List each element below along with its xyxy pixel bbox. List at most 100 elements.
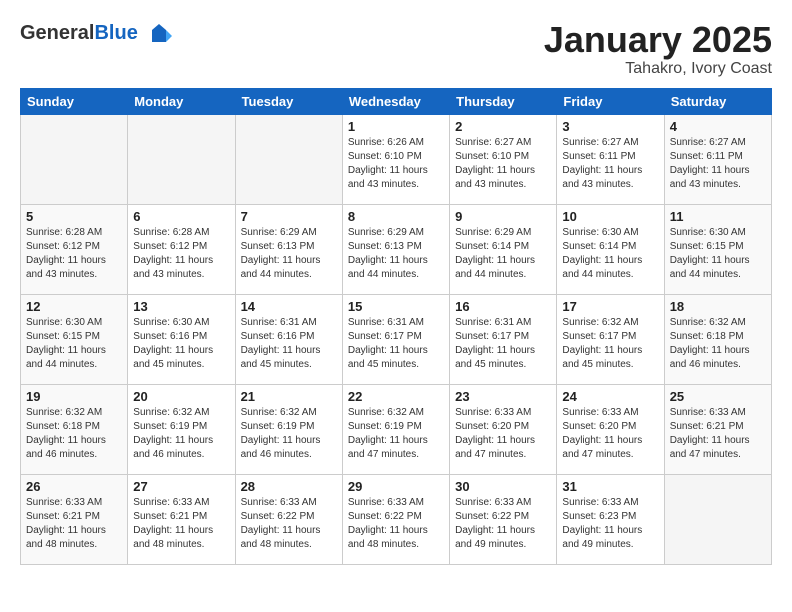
day-number: 10: [562, 209, 658, 224]
calendar-cell: 28Sunrise: 6:33 AM Sunset: 6:22 PM Dayli…: [235, 474, 342, 564]
calendar-cell: 15 Sunrise: 6:31 AM Sunset: 6:17 PM Dayli…: [342, 294, 449, 384]
weekday-header-thursday: Thursday: [450, 88, 557, 114]
calendar-week-row: 5 Sunrise: 6:28 AM Sunset: 6:12 PM Daylig…: [21, 204, 772, 294]
calendar-cell: 5 Sunrise: 6:28 AM Sunset: 6:12 PM Daylig…: [21, 204, 128, 294]
day-info: Sunrise: 6:33 AM Sunset: 6:21 PM Dayligh…: [670, 406, 766, 462]
logo-general: General: [20, 22, 94, 44]
title-block: January 2025 Tahakro, Ivory Coast: [544, 20, 772, 78]
weekday-header-friday: Friday: [557, 88, 664, 114]
logo-blue: Blue: [94, 22, 137, 44]
calendar-cell: [21, 114, 128, 204]
day-info: Sunrise: 6:33 AM Sunset: 6:22 PM Dayligh…: [348, 496, 444, 552]
day-info: Sunrise: 6:33 AM Sunset: 6:22 PM Dayligh…: [241, 496, 337, 552]
day-info: Sunrise: 6:31 AM Sunset: 6:16 PM Dayligh…: [241, 316, 337, 372]
weekday-header-tuesday: Tuesday: [235, 88, 342, 114]
day-number: 24: [562, 389, 658, 404]
calendar-cell: 22 Sunrise: 6:32 AM Sunset: 6:19 PM Dayli…: [342, 384, 449, 474]
day-number: 30: [455, 479, 551, 494]
calendar-cell: 30 Sunrise: 6:33 AM Sunset: 6:22 PM Dayli…: [450, 474, 557, 564]
day-info: Sunrise: 6:32 AM Sunset: 6:18 PM Dayligh…: [670, 316, 766, 372]
day-number: 17: [562, 299, 658, 314]
calendar-cell: 4 Sunrise: 6:27 AM Sunset: 6:11 PM Daylig…: [664, 114, 771, 204]
day-number: 14: [241, 299, 337, 314]
day-info: Sunrise: 6:33 AM Sunset: 6:22 PM Dayligh…: [455, 496, 551, 552]
day-info: Sunrise: 6:33 AM Sunset: 6:23 PM Dayligh…: [562, 496, 658, 552]
weekday-header-sunday: Sunday: [21, 88, 128, 114]
day-number: 22: [348, 389, 444, 404]
calendar-cell: 29 Sunrise: 6:33 AM Sunset: 6:22 PM Dayli…: [342, 474, 449, 564]
day-info: Sunrise: 6:27 AM Sunset: 6:11 PM Dayligh…: [562, 136, 658, 192]
day-info: Sunrise: 6:32 AM Sunset: 6:19 PM Dayligh…: [348, 406, 444, 462]
calendar-cell: 17Sunrise: 6:32 AM Sunset: 6:17 PM Dayli…: [557, 294, 664, 384]
day-number: 2: [455, 119, 551, 134]
calendar-cell: 8 Sunrise: 6:29 AM Sunset: 6:13 PM Daylig…: [342, 204, 449, 294]
calendar-week-row: 12 Sunrise: 6:30 AM Sunset: 6:15 PM Dayli…: [21, 294, 772, 384]
calendar-cell: 31 Sunrise: 6:33 AM Sunset: 6:23 PM Dayli…: [557, 474, 664, 564]
day-info: Sunrise: 6:32 AM Sunset: 6:18 PM Dayligh…: [26, 406, 122, 462]
calendar-cell: 13Sunrise: 6:30 AM Sunset: 6:16 PM Dayli…: [128, 294, 235, 384]
weekday-header-wednesday: Wednesday: [342, 88, 449, 114]
day-info: Sunrise: 6:29 AM Sunset: 6:13 PM Dayligh…: [348, 226, 444, 282]
calendar-cell: 20Sunrise: 6:32 AM Sunset: 6:19 PM Dayli…: [128, 384, 235, 474]
day-info: Sunrise: 6:30 AM Sunset: 6:14 PM Dayligh…: [562, 226, 658, 282]
day-number: 29: [348, 479, 444, 494]
calendar-cell: 24 Sunrise: 6:33 AM Sunset: 6:20 PM Dayli…: [557, 384, 664, 474]
day-info: Sunrise: 6:33 AM Sunset: 6:20 PM Dayligh…: [455, 406, 551, 462]
day-number: 12: [26, 299, 122, 314]
day-info: Sunrise: 6:27 AM Sunset: 6:10 PM Dayligh…: [455, 136, 551, 192]
day-number: 7: [241, 209, 337, 224]
calendar-cell: 26 Sunrise: 6:33 AM Sunset: 6:21 PM Dayli…: [21, 474, 128, 564]
day-info: Sunrise: 6:30 AM Sunset: 6:15 PM Dayligh…: [670, 226, 766, 282]
logo: GeneralBlue: [20, 20, 174, 50]
day-info: Sunrise: 6:27 AM Sunset: 6:11 PM Dayligh…: [670, 136, 766, 192]
day-number: 26: [26, 479, 122, 494]
calendar-cell: 12 Sunrise: 6:30 AM Sunset: 6:15 PM Dayli…: [21, 294, 128, 384]
calendar-week-row: 19 Sunrise: 6:32 AM Sunset: 6:18 PM Dayli…: [21, 384, 772, 474]
day-number: 19: [26, 389, 122, 404]
day-info: Sunrise: 6:33 AM Sunset: 6:21 PM Dayligh…: [26, 496, 122, 552]
day-number: 20: [133, 389, 229, 404]
day-number: 15: [348, 299, 444, 314]
page-header: GeneralBlue January 2025 Tahakro, Ivory …: [20, 20, 772, 78]
calendar-cell: 18Sunrise: 6:32 AM Sunset: 6:18 PM Dayli…: [664, 294, 771, 384]
calendar-table: SundayMondayTuesdayWednesdayThursdayFrid…: [20, 88, 772, 565]
day-info: Sunrise: 6:33 AM Sunset: 6:21 PM Dayligh…: [133, 496, 229, 552]
calendar-cell: 1 Sunrise: 6:26 AM Sunset: 6:10 PM Daylig…: [342, 114, 449, 204]
day-number: 31: [562, 479, 658, 494]
calendar-cell: [235, 114, 342, 204]
weekday-header-monday: Monday: [128, 88, 235, 114]
calendar-cell: 23Sunrise: 6:33 AM Sunset: 6:20 PM Dayli…: [450, 384, 557, 474]
calendar-cell: 27Sunrise: 6:33 AM Sunset: 6:21 PM Dayli…: [128, 474, 235, 564]
day-info: Sunrise: 6:29 AM Sunset: 6:13 PM Dayligh…: [241, 226, 337, 282]
day-number: 5: [26, 209, 122, 224]
day-info: Sunrise: 6:31 AM Sunset: 6:17 PM Dayligh…: [348, 316, 444, 372]
calendar-cell: 3 Sunrise: 6:27 AM Sunset: 6:11 PM Daylig…: [557, 114, 664, 204]
calendar-cell: 6 Sunrise: 6:28 AM Sunset: 6:12 PM Daylig…: [128, 204, 235, 294]
day-info: Sunrise: 6:30 AM Sunset: 6:16 PM Dayligh…: [133, 316, 229, 372]
day-info: Sunrise: 6:26 AM Sunset: 6:10 PM Dayligh…: [348, 136, 444, 192]
logo-icon: [144, 20, 174, 50]
calendar-week-row: 1 Sunrise: 6:26 AM Sunset: 6:10 PM Daylig…: [21, 114, 772, 204]
calendar-cell: 25 Sunrise: 6:33 AM Sunset: 6:21 PM Dayli…: [664, 384, 771, 474]
day-info: Sunrise: 6:32 AM Sunset: 6:19 PM Dayligh…: [241, 406, 337, 462]
logo-text: GeneralBlue: [20, 20, 174, 50]
day-number: 6: [133, 209, 229, 224]
day-number: 9: [455, 209, 551, 224]
weekday-header-saturday: Saturday: [664, 88, 771, 114]
day-number: 3: [562, 119, 658, 134]
day-number: 1: [348, 119, 444, 134]
weekday-header-row: SundayMondayTuesdayWednesdayThursdayFrid…: [21, 88, 772, 114]
day-info: Sunrise: 6:30 AM Sunset: 6:15 PM Dayligh…: [26, 316, 122, 372]
calendar-cell: 7 Sunrise: 6:29 AM Sunset: 6:13 PM Daylig…: [235, 204, 342, 294]
day-number: 25: [670, 389, 766, 404]
day-number: 8: [348, 209, 444, 224]
day-info: Sunrise: 6:33 AM Sunset: 6:20 PM Dayligh…: [562, 406, 658, 462]
calendar-cell: [664, 474, 771, 564]
day-number: 4: [670, 119, 766, 134]
calendar-week-row: 26 Sunrise: 6:33 AM Sunset: 6:21 PM Dayli…: [21, 474, 772, 564]
calendar-cell: 14 Sunrise: 6:31 AM Sunset: 6:16 PM Dayli…: [235, 294, 342, 384]
day-info: Sunrise: 6:28 AM Sunset: 6:12 PM Dayligh…: [26, 226, 122, 282]
location-title: Tahakro, Ivory Coast: [544, 60, 772, 78]
day-info: Sunrise: 6:28 AM Sunset: 6:12 PM Dayligh…: [133, 226, 229, 282]
calendar-cell: 10 Sunrise: 6:30 AM Sunset: 6:14 PM Dayli…: [557, 204, 664, 294]
